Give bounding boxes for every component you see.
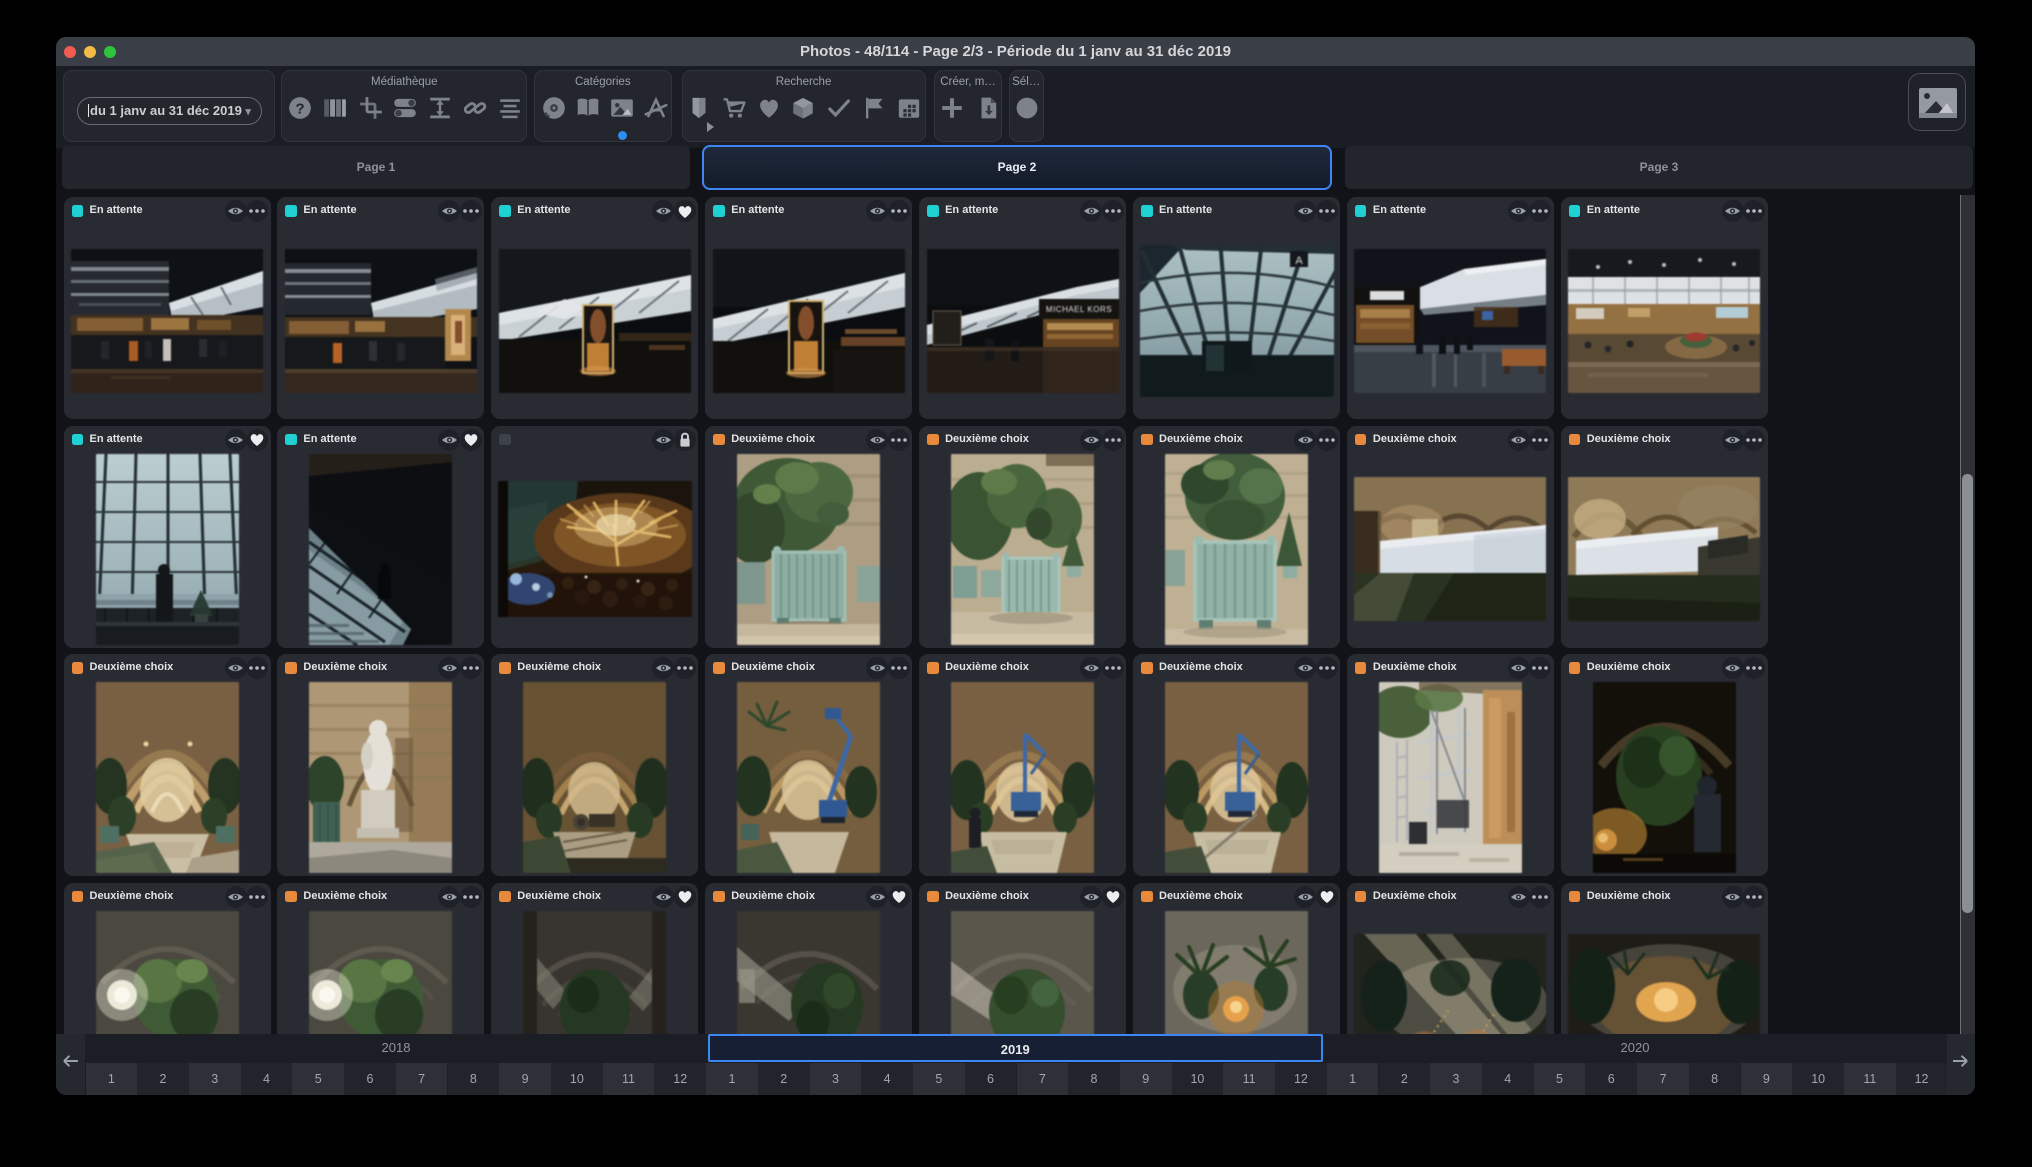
svg-text:MICHAEL KORS: MICHAEL KORS (1046, 305, 1112, 314)
svg-text:A: A (1295, 255, 1303, 267)
svg-text:?: ? (295, 100, 304, 117)
